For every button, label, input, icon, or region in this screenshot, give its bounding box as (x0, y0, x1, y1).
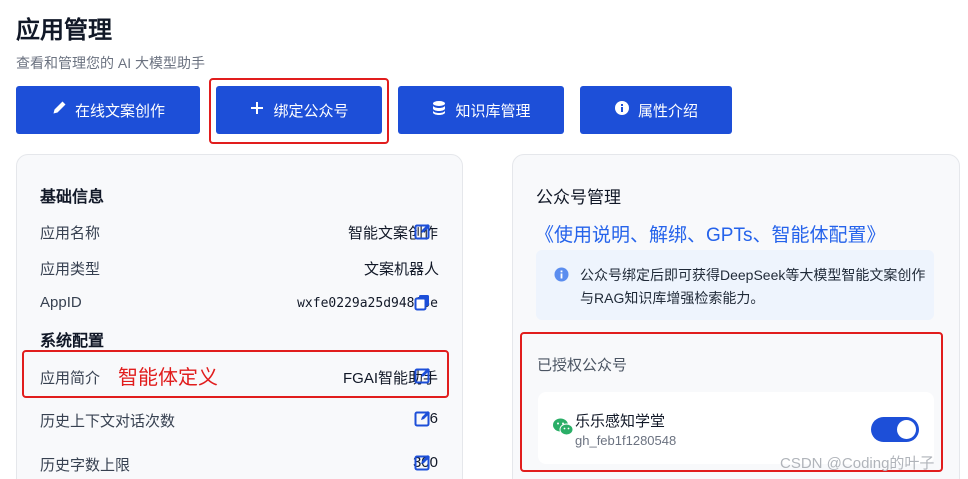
online-copywriting-label: 在线文案创作 (74, 102, 165, 120)
app-type-value: 文案机器人 (363, 261, 439, 278)
system-config-title: 系统配置 (40, 333, 105, 350)
app-intro-label: 应用简介 (40, 370, 101, 387)
edit-icon[interactable] (414, 454, 431, 471)
bind-account-button[interactable]: 绑定公众号 (216, 86, 382, 134)
usage-guide-link[interactable]: 《使用说明、解绑、GPTs、智能体配置》 (535, 220, 885, 247)
plus-icon (249, 100, 265, 120)
agent-definition-annotation: 智能体定义 (118, 367, 218, 389)
bind-account-label: 绑定公众号 (273, 102, 349, 120)
wechat-icon (552, 417, 574, 437)
toggle-knob (897, 420, 916, 439)
watermark: CSDN @Coding的叶子 (780, 455, 935, 472)
basic-info-title: 基础信息 (40, 189, 105, 206)
attributes-label: 属性介绍 (637, 102, 698, 120)
knowledge-base-button[interactable]: 知识库管理 (398, 86, 564, 134)
account-enable-toggle[interactable] (871, 417, 919, 442)
pen-icon (51, 100, 67, 120)
database-icon (431, 100, 447, 120)
info-icon (614, 100, 630, 120)
app-name-label: 应用名称 (40, 225, 101, 242)
copy-icon[interactable] (414, 294, 431, 311)
edit-icon[interactable] (414, 410, 431, 427)
app-type-label: 应用类型 (40, 261, 101, 278)
info-icon (554, 267, 569, 282)
page-subtitle: 查看和管理您的 AI 大模型助手 (16, 55, 206, 71)
history-chars-label: 历史字数上限 (40, 457, 131, 474)
knowledge-base-label: 知识库管理 (455, 102, 531, 120)
attributes-button[interactable]: 属性介绍 (580, 86, 732, 134)
official-account-title: 公众号管理 (536, 188, 621, 207)
info-text: 公众号绑定后即可获得DeepSeek等大模型智能文案创作与RAG知识库增强检索能… (580, 267, 926, 306)
online-copywriting-button[interactable]: 在线文案创作 (16, 86, 200, 134)
history-count-label: 历史上下文对话次数 (40, 413, 176, 430)
edit-icon[interactable] (414, 367, 431, 384)
appid-label: AppID (40, 294, 82, 311)
page-title: 应用管理 (16, 17, 112, 44)
account-id: gh_feb1f1280548 (575, 433, 677, 448)
edit-icon[interactable] (414, 223, 431, 240)
authorized-accounts-title: 已授权公众号 (537, 357, 628, 374)
account-name: 乐乐感知学堂 (575, 413, 666, 430)
